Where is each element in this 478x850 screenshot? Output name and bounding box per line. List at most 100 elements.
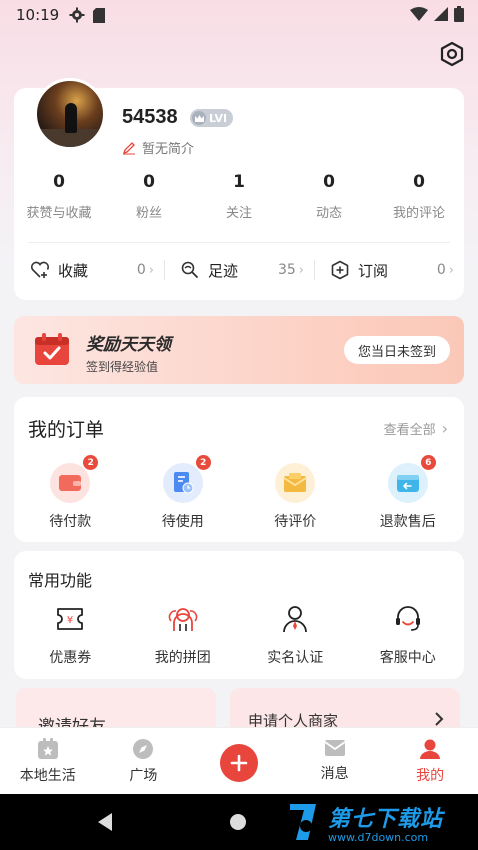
order-label: 退款售后 <box>379 514 436 530</box>
chevron-right-icon: › <box>441 419 448 438</box>
verify-user-icon <box>283 606 308 633</box>
ticket-clock-icon <box>173 472 194 494</box>
tab-label: 我的 <box>416 768 445 784</box>
stat-likes[interactable]: 0 获赞与收藏 <box>14 172 104 221</box>
function-label: 客服中心 <box>379 650 436 666</box>
headset-icon <box>395 606 420 631</box>
hexagon-gear-icon <box>440 41 464 67</box>
settings-status-icon <box>69 7 85 23</box>
plus-icon <box>230 754 248 772</box>
function-verify[interactable]: 实名认证 <box>239 603 352 667</box>
common-functions-card: 常用功能 ¥ 优惠券 我的拼团 实名认证 客服中心 <box>14 551 464 679</box>
quick-link-subscriptions[interactable]: 订阅 0 › <box>314 250 464 290</box>
tab-local-life[interactable]: 本地生活 <box>0 728 96 794</box>
order-badge: 6 <box>420 455 436 470</box>
stat-label: 粉丝 <box>135 206 162 221</box>
watermark-url: www.d7down.com <box>328 830 429 844</box>
compass-icon <box>133 739 154 759</box>
order-icon-wrap: 2 <box>50 455 99 503</box>
person-icon <box>420 739 441 759</box>
bio[interactable]: 暂无简介 <box>122 138 194 157</box>
order-refund[interactable]: 6 退款售后 <box>352 455 465 531</box>
function-customer-service[interactable]: 客服中心 <box>352 603 465 667</box>
stat-label: 获赞与收藏 <box>26 206 92 221</box>
wallet-icon <box>59 475 82 491</box>
stat-comments[interactable]: 0 我的评论 <box>374 172 464 221</box>
order-to-review[interactable]: 待评价 <box>239 463 352 531</box>
function-label: 我的拼团 <box>154 650 211 666</box>
level-badge[interactable]: LVI <box>190 109 234 127</box>
subscribe-icon <box>331 260 349 280</box>
quick-link-count: 35 <box>277 262 296 278</box>
reward-title: 奖励天天领 <box>86 335 171 355</box>
bottom-tab-bar: 本地生活 广场 消息 我的 <box>0 728 478 794</box>
quick-link-count: 0 <box>436 262 446 278</box>
bio-text: 暂无简介 <box>142 142 195 157</box>
tab-messages[interactable]: 消息 <box>287 728 383 794</box>
function-group-buy[interactable]: 我的拼团 <box>127 603 240 667</box>
view-all-label: 查看全部 <box>383 423 436 438</box>
functions-title: 常用功能 <box>28 571 93 590</box>
system-navigation-bar: 第七下载站 www.d7down.com <box>0 794 478 850</box>
back-icon[interactable] <box>96 812 114 832</box>
view-all-orders-link[interactable]: 查看全部 › <box>384 419 448 438</box>
quick-link-label: 足迹 <box>208 261 239 280</box>
divider <box>28 242 450 243</box>
stat-value: 0 <box>53 172 65 192</box>
tab-label: 消息 <box>320 766 349 782</box>
watermark-logo-icon <box>290 804 316 840</box>
quick-link-label: 订阅 <box>358 261 389 280</box>
sign-in-button[interactable]: 您当日未签到 <box>343 336 450 364</box>
tab-mine[interactable]: 我的 <box>382 728 478 794</box>
order-icon-wrap: 6 <box>387 455 436 503</box>
tab-publish[interactable] <box>191 728 287 794</box>
chevron-right-icon: › <box>298 262 304 278</box>
stat-label: 我的评论 <box>392 206 445 221</box>
function-coupons[interactable]: ¥ 优惠券 <box>14 603 127 667</box>
level-text: LVI <box>209 111 228 125</box>
sd-card-icon <box>93 7 106 23</box>
profile-card: 54538 LVI 暂无简介 0 获赞与收藏 0 粉丝 1 关注 0 动态 0 … <box>14 78 464 300</box>
crown-icon <box>192 111 206 125</box>
function-label: 优惠券 <box>49 650 92 666</box>
stat-value: 1 <box>233 172 245 192</box>
mail-icon <box>324 740 346 756</box>
stat-value: 0 <box>413 172 425 192</box>
order-pending-payment[interactable]: 2 待付款 <box>14 455 127 531</box>
battery-icon <box>454 6 464 26</box>
tab-label: 本地生活 <box>19 768 76 784</box>
settings-button[interactable] <box>438 40 466 68</box>
home-icon[interactable] <box>230 814 246 830</box>
order-to-use[interactable]: 2 待使用 <box>127 455 240 531</box>
quick-link-footprints[interactable]: 足迹 35 › <box>164 250 314 290</box>
quick-link-label: 收藏 <box>58 261 89 280</box>
wifi-icon <box>410 7 428 25</box>
quick-link-favorites[interactable]: 收藏 0 › <box>14 250 164 290</box>
orders-card: 我的订单 查看全部 › 2 待付款 2 待使用 待评价 6 退款售后 <box>14 397 464 542</box>
stat-following[interactable]: 1 关注 <box>194 172 284 221</box>
coupon-icon: ¥ <box>57 608 84 630</box>
order-status-row: 2 待付款 2 待使用 待评价 6 退款售后 <box>14 455 465 531</box>
stat-value: 0 <box>143 172 155 192</box>
chevron-right-icon: › <box>448 262 454 278</box>
calendar-check-icon <box>35 333 69 365</box>
order-icon-wrap: 2 <box>162 455 211 503</box>
stat-label: 动态 <box>315 206 342 221</box>
heart-plus-icon <box>30 261 50 278</box>
status-time: 10:19 <box>16 6 60 24</box>
local-life-icon <box>37 738 58 759</box>
profile-stats: 0 获赞与收藏 0 粉丝 1 关注 0 动态 0 我的评论 <box>14 172 464 221</box>
tab-plaza[interactable]: 广场 <box>96 728 192 794</box>
status-bar: 10:19 <box>0 0 478 30</box>
reward-banner[interactable]: 奖励天天领 签到得经验值 您当日未签到 <box>14 316 464 384</box>
stat-posts[interactable]: 0 动态 <box>284 172 374 221</box>
quick-links: 收藏 0 › 足迹 35 › 订阅 0 › <box>14 250 464 290</box>
functions-row: ¥ 优惠券 我的拼团 实名认证 客服中心 <box>14 603 464 667</box>
group-buy-icon <box>168 608 198 631</box>
footprint-icon <box>181 261 198 278</box>
stat-fans[interactable]: 0 粉丝 <box>104 172 194 221</box>
watermark: 第七下载站 www.d7down.com <box>286 800 443 844</box>
publish-button[interactable] <box>219 744 258 782</box>
avatar[interactable] <box>34 78 106 150</box>
envelope-icon <box>283 473 307 492</box>
